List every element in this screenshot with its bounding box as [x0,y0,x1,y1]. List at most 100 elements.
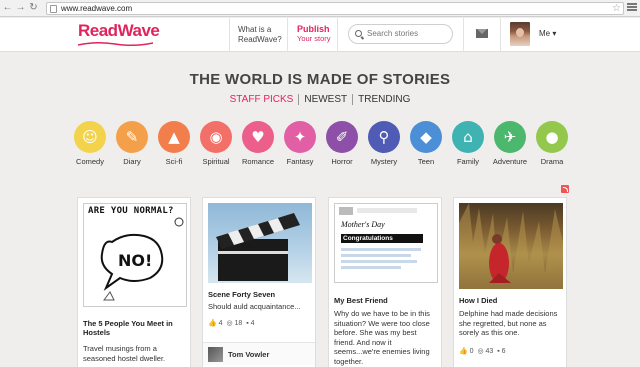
category-horror[interactable]: ✐ Horror [320,121,364,166]
author-bar[interactable]: Tom Vowler [203,342,315,365]
doc-line [341,248,421,251]
what-is-link[interactable]: What is a ReadWave? [238,25,288,45]
page-title: THE WORLD IS MADE OF STORIES [189,71,451,88]
browser-toolbar: ← → ↻ www.readwave.com ☆ [0,0,640,17]
story-title[interactable]: My Best Friend [334,296,388,305]
category-circle[interactable]: ◆ [410,121,442,153]
category-circle[interactable]: ▲ [158,121,190,153]
publish-button[interactable]: Publish Your story [297,24,331,44]
story-title[interactable]: Scene Forty Seven [208,290,275,299]
category-label: Sci-fi [165,157,183,166]
doc-banner: Congratulations [341,234,423,243]
story-title[interactable]: How I Died [459,296,497,305]
story-description: Travel musings from a seasoned hostel dw… [83,344,166,363]
category-circle[interactable]: ♥ [242,121,274,153]
header-divider [287,18,288,52]
comment-icon: ▪ [246,320,249,327]
like-icon: 👍 [208,320,217,327]
comment-count: 4 [250,320,255,327]
publish-sublabel: Your story [297,34,331,43]
category-circle[interactable]: ✦ [284,121,316,153]
category-circle[interactable]: ◉ [200,121,232,153]
reload-icon[interactable]: ↻ [28,2,39,14]
like-count: 0 [469,348,474,355]
speech-bubble-illustration: NO! [100,217,184,301]
category-family[interactable]: ⌂ Family [446,121,490,166]
views-count: 43 [485,348,494,355]
category-label: Spiritual [202,157,230,166]
football-icon: ◆ [420,128,432,146]
airplane-icon: ✈ [503,128,517,146]
tab-staff-picks[interactable]: STAFF PICKS [225,94,299,105]
readwave-logo[interactable]: ReadWave [78,21,160,41]
story-title[interactable]: The 5 People You Meet in Hostels [83,319,187,337]
pen-icon: ✎ [125,128,139,146]
views-icon: ◎ [226,320,233,327]
address-bar[interactable]: www.readwave.com ☆ [46,2,624,15]
author-name[interactable]: Tom Vowler [228,350,269,359]
story-tabs: STAFF PICKS NEWEST TRENDING [0,94,640,105]
user-menu[interactable]: Me ▾ [539,29,556,38]
forward-icon[interactable]: → [15,2,26,14]
category-romance[interactable]: ♥ Romance [236,121,280,166]
story-description: Delphine had made decisions she regrette… [459,309,558,337]
category-scifi[interactable]: ▲ Sci-fi [152,121,196,166]
doc-avatar [339,207,353,215]
category-spiritual[interactable]: ◉ Spiritual [194,121,238,166]
cornfield-photo [459,203,563,289]
story-card[interactable]: How I Died Delphine had made decisions s… [453,197,567,367]
category-circle[interactable]: ● [536,121,568,153]
bubble-text: NO! [118,251,152,270]
story-card[interactable]: Mother's Day Congratulations My Best Fri… [328,197,442,367]
like-count: 4 [218,320,223,327]
tab-trending[interactable]: TRENDING [352,94,415,105]
category-label: Comedy [76,157,104,166]
rss-icon[interactable] [561,185,569,193]
story-card[interactable]: Scene Forty Seven Should auld acquaintan… [202,197,316,367]
header-divider [500,18,501,52]
story-description: Should auld acquaintance... [208,302,301,311]
category-label: Family [456,157,480,166]
publish-label: Publish [297,24,330,34]
comment-icon: ▪ [497,348,500,355]
doc-heading: Mother's Day [341,220,385,229]
category-label: Mystery [370,157,398,166]
tab-newest[interactable]: NEWEST [298,94,352,105]
category-drama[interactable]: ● Drama [530,121,574,166]
magic-wand-icon: ✦ [293,128,307,146]
avatar[interactable] [510,22,530,46]
category-circle[interactable]: ✈ [494,121,526,153]
search-input[interactable]: Search stories [348,24,453,44]
category-label: Teen [417,157,435,166]
site-header: ReadWave What is a ReadWave? Publish You… [0,18,640,52]
category-circle[interactable]: ☺ [74,121,106,153]
back-icon[interactable]: ← [2,2,13,14]
category-mystery[interactable]: ⚲ Mystery [362,121,406,166]
category-label: Fantasy [286,157,314,166]
doc-line [341,266,401,269]
category-circle[interactable]: ⌂ [452,121,484,153]
category-comedy[interactable]: ☺ Comedy [68,121,112,166]
mail-icon[interactable] [476,29,488,38]
category-adventure[interactable]: ✈ Adventure [488,121,532,166]
category-teen[interactable]: ◆ Teen [404,121,448,166]
doc-line [341,260,417,263]
story-description: Why do we have to be in this situation? … [334,309,430,366]
search-placeholder: Search stories [367,29,419,38]
category-circle[interactable]: ✎ [116,121,148,153]
story-thumbnail [459,203,563,289]
eye-icon: ◉ [209,128,223,146]
house-icon: ⌂ [463,128,473,146]
comment-count: 6 [501,348,506,355]
category-diary[interactable]: ✎ Diary [110,121,154,166]
category-circle[interactable]: ✐ [326,121,358,153]
story-card[interactable]: ARE YOU NORMAL? NO! The 5 People You Mee… [77,197,191,367]
doc-line [341,254,411,257]
bookmark-star-icon[interactable]: ☆ [612,3,621,14]
rocket-icon: ▲ [168,128,180,146]
category-circle[interactable]: ⚲ [368,121,400,153]
browser-menu-icon[interactable] [627,3,637,12]
category-fantasy[interactable]: ✦ Fantasy [278,121,322,166]
views-count: 18 [234,320,243,327]
smiley-icon: ☺ [82,128,98,146]
